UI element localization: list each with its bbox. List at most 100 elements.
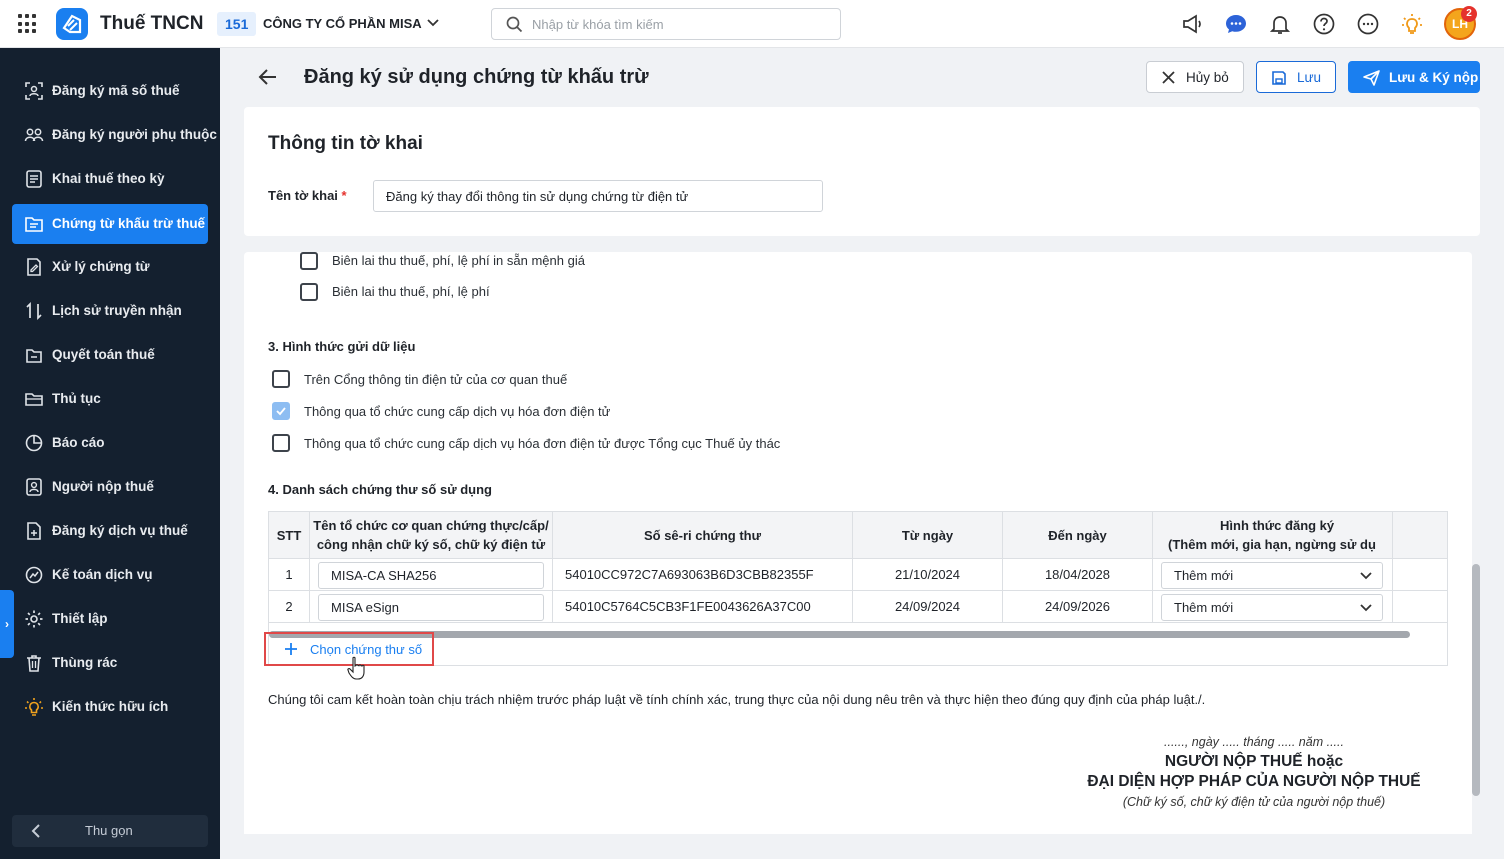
chart-icon xyxy=(25,434,43,452)
chevron-left-icon xyxy=(31,824,40,838)
checkbox-label: Thông qua tổ chức cung cấp dịch vụ hóa đ… xyxy=(304,404,611,419)
sidebar-item-label: Kiến thức hữu ích xyxy=(52,699,169,714)
section-4-title: 4. Danh sách chứng thư số sử dụng xyxy=(268,482,492,497)
sidebar-item-process-vouchers[interactable]: Xử lý chứng từ xyxy=(12,247,208,287)
sidebar-item-tax-services[interactable]: Đăng ký dịch vụ thuế xyxy=(12,511,208,551)
collapse-sidebar-button[interactable]: Thu gọn xyxy=(12,815,208,847)
sidebar: Đăng ký mã số thuế Đăng ký người phụ thu… xyxy=(0,48,220,859)
chevron-down-icon[interactable] xyxy=(426,15,440,29)
page-vertical-scrollbar[interactable] xyxy=(1472,564,1480,796)
org-code-badge[interactable]: 151 xyxy=(217,12,257,36)
sidebar-item-tax-settlement[interactable]: Quyết toán thuế xyxy=(12,335,208,375)
receipt-checkbox-1[interactable] xyxy=(300,252,318,270)
users-icon xyxy=(24,128,44,142)
sidebar-item-reports[interactable]: Báo cáo xyxy=(12,423,208,463)
folder-icon xyxy=(25,393,43,406)
header-line: (Thêm mới, gia hạn, ngừng sử dụ xyxy=(1168,537,1376,552)
app-logo xyxy=(56,8,88,40)
settlement-icon xyxy=(26,349,42,363)
sidebar-item-service-accounting[interactable]: Kế toán dịch vụ xyxy=(12,555,208,595)
sidebar-item-tax-code[interactable]: Đăng ký mã số thuế xyxy=(12,71,208,111)
declaration-name-input[interactable] xyxy=(373,180,823,212)
sidebar-item-withholding-vouchers[interactable]: Chứng từ khấu trừ thuế xyxy=(12,204,208,244)
signature-note: (Chữ ký số, chữ ký điện tử của người nộp… xyxy=(1122,795,1386,809)
signature-title-1: NGƯỜI NỘP THUẾ hoặc xyxy=(1164,753,1344,770)
search-icon xyxy=(506,16,523,33)
cell-serial: 54010CC972C7A693063B6D3CBB82355F xyxy=(553,559,853,590)
cell-stt: 1 xyxy=(269,559,310,590)
section-title: Thông tin tờ khai xyxy=(268,133,423,154)
search-input[interactable] xyxy=(532,13,822,35)
send-method-checkbox-2[interactable] xyxy=(272,402,290,420)
top-bar: Thuế TNCN 151 CÔNG TY CỔ PHẦN MISA LH 2 xyxy=(0,0,1504,48)
back-arrow-icon[interactable] xyxy=(258,68,278,86)
save-and-submit-button[interactable]: Lưu & Ký nộp xyxy=(1348,61,1480,93)
megaphone-icon[interactable] xyxy=(1180,12,1204,36)
header-stt: STT xyxy=(269,512,310,558)
signature-date-line: ......, ngày ..... tháng ..... năm ..... xyxy=(1164,735,1344,749)
sidebar-item-knowledge[interactable]: Kiến thức hữu ích xyxy=(12,687,208,727)
header-registration: Hình thức đăng ký (Thêm mới, gia hạn, ng… xyxy=(1153,512,1393,558)
send-method-checkbox-1[interactable] xyxy=(272,370,290,388)
table-horizontal-scrollbar[interactable] xyxy=(269,631,1410,638)
sidebar-item-procedures[interactable]: Thủ tục xyxy=(12,379,208,419)
sidebar-item-label: Chứng từ khấu trừ thuế xyxy=(52,216,206,231)
header-org: Tên tổ chức cơ quan chứng thực/cấp/ công… xyxy=(310,512,553,558)
sidebar-item-periodic-tax[interactable]: Khai thuế theo kỳ xyxy=(12,159,208,199)
cell-to-date: 18/04/2028 xyxy=(1003,559,1153,590)
sidebar-item-transfer-history[interactable]: Lịch sử truyền nhận xyxy=(12,291,208,331)
sidebar-item-dependents[interactable]: Đăng ký người phụ thuộc xyxy=(12,115,217,155)
header-from-date: Từ ngày xyxy=(853,512,1003,558)
dropdown-value: Thêm mới xyxy=(1174,600,1234,615)
chat-icon[interactable] xyxy=(1224,12,1248,36)
more-icon[interactable] xyxy=(1356,12,1380,36)
checkbox-label: Trên Cổng thông tin điện tử của cơ quan … xyxy=(304,372,568,387)
help-icon[interactable] xyxy=(1312,12,1336,36)
folder-doc-icon xyxy=(25,217,43,232)
checkbox-label: Biên lai thu thuế, phí, lệ phí xyxy=(332,284,490,299)
cancel-label: Hủy bỏ xyxy=(1186,70,1229,85)
registration-type-dropdown[interactable]: Thêm mới xyxy=(1161,594,1383,621)
declaration-info-card: Thông tin tờ khai Tên tờ khai * xyxy=(244,107,1480,236)
cancel-button[interactable]: Hủy bỏ xyxy=(1146,61,1244,93)
sidebar-item-taxpayers[interactable]: Người nộp thuế xyxy=(12,467,208,507)
send-method-checkbox-3[interactable] xyxy=(272,434,290,452)
sidebar-item-settings[interactable]: Thiết lập xyxy=(12,599,208,639)
document-icon xyxy=(26,170,42,188)
id-scan-icon xyxy=(25,82,43,100)
bell-icon[interactable] xyxy=(1268,12,1292,36)
search-box xyxy=(491,8,841,40)
checkbox-label: Thông qua tổ chức cung cấp dịch vụ hóa đ… xyxy=(304,436,781,451)
chevron-down-icon xyxy=(1360,572,1372,580)
sidebar-item-label: Người nộp thuế xyxy=(52,479,154,494)
org-name-input[interactable]: MISA eSign xyxy=(318,594,544,621)
sidebar-item-label: Đăng ký người phụ thuộc xyxy=(52,127,217,142)
sidebar-item-label: Xử lý chứng từ xyxy=(52,259,150,274)
save-icon xyxy=(1272,71,1286,85)
registration-type-dropdown[interactable]: Thêm mới xyxy=(1161,562,1383,589)
sidebar-expand-handle[interactable]: › xyxy=(0,590,14,658)
receipt-checkbox-2[interactable] xyxy=(300,283,318,301)
sidebar-item-label: Thiết lập xyxy=(52,611,108,626)
sidebar-item-label: Kế toán dịch vụ xyxy=(52,567,153,582)
sidebar-item-label: Thủ tục xyxy=(52,391,101,406)
save-button[interactable]: Lưu xyxy=(1256,61,1336,93)
lightbulb-icon[interactable] xyxy=(1400,12,1424,36)
gear-icon xyxy=(25,610,43,628)
label-text: Tên tờ khai xyxy=(268,188,338,203)
app-grid-icon[interactable] xyxy=(18,14,38,34)
transfer-icon xyxy=(26,301,42,321)
org-name-input[interactable]: MISA-CA SHA256 xyxy=(318,562,544,589)
doc-edit-icon xyxy=(27,258,41,276)
org-name[interactable]: CÔNG TY CỔ PHẦN MISA xyxy=(263,16,422,31)
cell-serial: 54010C5764C5CB3F1FE0043626A37C00 xyxy=(553,591,853,622)
sidebar-item-label: Lịch sử truyền nhận xyxy=(52,303,182,318)
submit-label: Lưu & Ký nộp xyxy=(1389,70,1479,85)
sidebar-item-trash[interactable]: Thùng rác xyxy=(12,643,208,683)
save-label: Lưu xyxy=(1297,70,1322,85)
sidebar-item-label: Đăng ký mã số thuế xyxy=(52,83,180,98)
header-line: công nhận chữ ký số, chữ ký điện tử xyxy=(316,537,546,552)
signature-title-2: ĐẠI DIỆN HỢP PHÁP CỦA NGƯỜI NỘP THUẾ xyxy=(1087,773,1421,790)
certificate-table: STT Tên tổ chức cơ quan chứng thực/cấp/ … xyxy=(268,511,1448,666)
dropdown-value: Thêm mới xyxy=(1174,568,1234,583)
